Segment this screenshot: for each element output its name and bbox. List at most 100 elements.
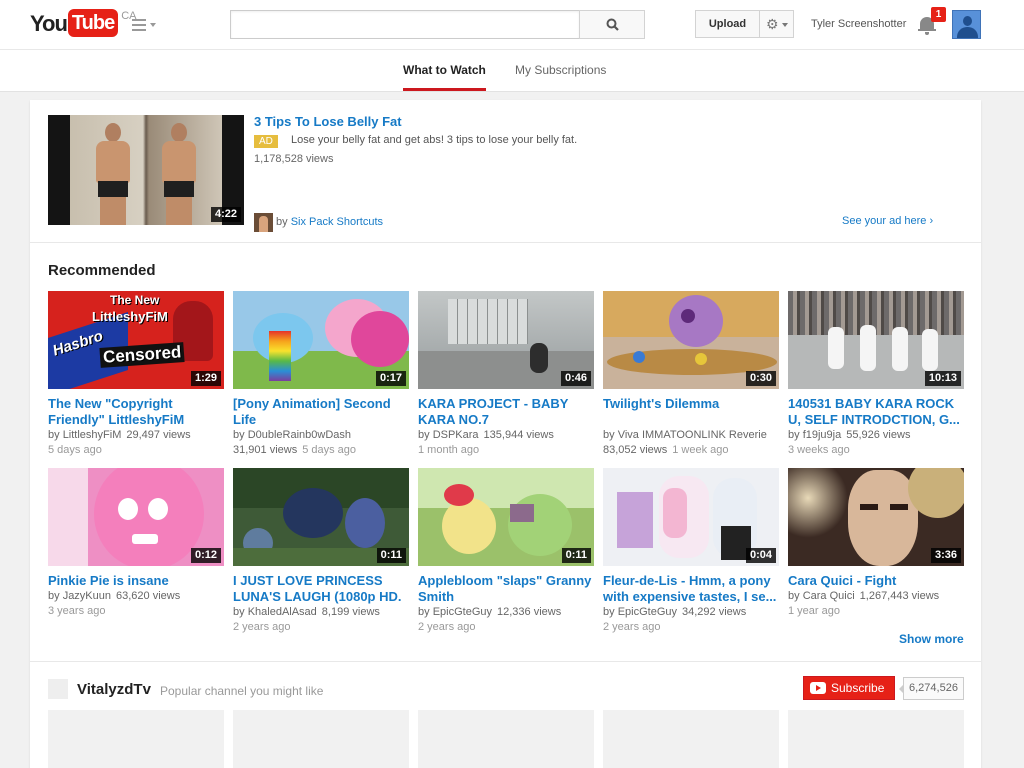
channel-link[interactable]: KhaledAlAsad (248, 606, 317, 618)
subscribe-label: Subscribe (831, 681, 885, 695)
video-title-link[interactable]: Pinkie Pie is insane (48, 573, 224, 589)
video-title-link[interactable]: Fleur-de-Lis - Hmm, a pony with expensiv… (603, 573, 779, 605)
video-meta: by Viva IMMATOONLINK Reverie (603, 429, 767, 441)
video-age: 1 month ago (418, 444, 480, 456)
ad-title-link[interactable]: 3 Tips To Lose Belly Fat (254, 114, 402, 129)
channel-link[interactable]: Cara Quici (803, 590, 855, 602)
video-card: The New LittleshyFiM Hasbro Censored 1:2… (48, 291, 224, 458)
video-thumbnail[interactable]: 0:11 (233, 468, 409, 566)
video-thumbnail[interactable]: 0:46 (418, 291, 594, 389)
channel-link[interactable]: DSPKara (433, 429, 479, 441)
video-meta: 31,901 views 5 days ago (233, 443, 409, 458)
video-age: 3 years ago (48, 605, 106, 617)
video-placeholder (48, 710, 224, 768)
show-more-link[interactable]: Show more (899, 632, 964, 646)
ad-description: Lose your belly fat and get abs! 3 tips … (291, 134, 578, 146)
settings-button[interactable]: ⚙ (760, 10, 794, 38)
channel-name-link[interactable]: VitalyzdTv (77, 681, 151, 698)
video-thumbnail[interactable]: 0:04 (603, 468, 779, 566)
ad-channel-link[interactable]: Six Pack Shortcuts (291, 216, 383, 228)
tab-my-subscriptions[interactable]: My Subscriptions (515, 50, 606, 91)
video-meta: by JazyKuun 63,620 views (48, 590, 181, 602)
video-title-link[interactable]: KARA PROJECT - BABY KARA NO.7 (418, 396, 594, 428)
ad-thumbnail[interactable]: 4:22 (48, 115, 244, 225)
channel-link[interactable]: EpicGteGuy (618, 606, 677, 618)
video-card: 3:36 Cara Quici - Fight by Cara Quici 1,2… (788, 468, 964, 619)
youtube-logo[interactable]: You Tube CA (30, 9, 137, 39)
channel-link[interactable]: EpicGteGuy (433, 606, 492, 618)
video-title-link[interactable]: Cara Quici - Fight (788, 573, 964, 589)
view-count: 135,944 views (483, 429, 554, 441)
logo-tube: Tube (67, 9, 119, 37)
channel-avatar[interactable] (48, 679, 68, 699)
username[interactable]: Tyler Screenshotter (811, 18, 906, 30)
search-input[interactable] (230, 10, 580, 39)
video-card: 0:46 KARA PROJECT - BABY KARA NO.7 by DS… (418, 291, 594, 458)
video-thumbnail[interactable]: 0:17 (233, 291, 409, 389)
video-title-link[interactable]: The New "Copyright Friendly" LittleshyFi… (48, 396, 224, 428)
upload-button[interactable]: Upload (695, 10, 760, 38)
video-age: 1 week ago (672, 444, 729, 456)
feed-tabs: What to Watch My Subscriptions (0, 50, 1024, 92)
video-thumbnail[interactable]: 10:13 (788, 291, 964, 389)
view-count: 31,901 views (233, 444, 298, 456)
channel-link[interactable]: LittleshyFiM (63, 429, 122, 441)
view-count: 1,267,443 views (859, 590, 940, 602)
video-thumbnail[interactable]: 3:36 (788, 468, 964, 566)
view-count: 29,497 views (126, 429, 191, 441)
avatar[interactable] (952, 10, 981, 39)
video-card: 0:11 I JUST LOVE PRINCESS LUNA'S LAUGH (… (233, 468, 409, 635)
video-meta: by EpicGteGuy 34,292 views (603, 606, 747, 618)
video-placeholder (603, 710, 779, 768)
channel-link[interactable]: D0ubleRainb0wDash (248, 429, 351, 441)
logo-you: You (30, 11, 68, 36)
view-count: 63,620 views (116, 590, 181, 602)
video-title-link[interactable]: Twilight's Dilemma (603, 396, 779, 428)
guide-menu-button[interactable] (132, 17, 158, 33)
video-title-link[interactable]: 140531 BABY KARA ROCK U, SELF INTRODCTIO… (788, 396, 964, 428)
subscribe-button[interactable]: Subscribe (803, 676, 895, 700)
video-card: 0:12 Pinkie Pie is insane by JazyKuun 63,… (48, 468, 224, 619)
channel-link[interactable]: JazyKuun (63, 590, 111, 602)
hamburger-icon (132, 19, 146, 34)
video-title-link[interactable]: I JUST LOVE PRINCESS LUNA'S LAUGH (1080p… (233, 573, 409, 605)
divider (30, 661, 981, 662)
ad-channel-thumbnail[interactable] (254, 213, 273, 232)
video-title-link[interactable]: [Pony Animation] Second Life (233, 396, 409, 428)
thumb-text: The New (110, 293, 160, 307)
channel-subtitle: Popular channel you might like (160, 684, 324, 698)
view-count: 83,052 views (603, 444, 668, 456)
video-thumbnail[interactable]: The New LittleshyFiM Hasbro Censored 1:2… (48, 291, 224, 389)
see-your-ad-link[interactable]: See your ad here › (842, 215, 933, 227)
video-duration: 0:17 (375, 371, 406, 386)
video-duration: 3:36 (930, 548, 961, 563)
channel-link[interactable]: Viva IMMATOONLINK Reverie (618, 429, 767, 441)
video-thumbnail[interactable]: 0:30 (603, 291, 779, 389)
video-placeholder (233, 710, 409, 768)
gear-icon: ⚙ (766, 16, 779, 32)
video-age: 3 weeks ago (788, 444, 850, 456)
video-thumbnail[interactable]: 0:12 (48, 468, 224, 566)
video-duration: 0:11 (561, 548, 591, 563)
video-meta: by Cara Quici 1,267,443 views (788, 590, 940, 602)
view-count: 34,292 views (682, 606, 747, 618)
video-age: 2 years ago (603, 621, 661, 633)
video-title-link[interactable]: Applebloom "slaps" Granny Smith (418, 573, 594, 605)
video-card: 0:17 [Pony Animation] Second Life by D0u… (233, 291, 409, 458)
video-age: 2 years ago (418, 621, 476, 633)
ad-view-count: 1,178,528 views (254, 153, 334, 165)
video-card: 0:04 Fleur-de-Lis - Hmm, a pony with exp… (603, 468, 779, 635)
feed-content: 4:22 3 Tips To Lose Belly Fat AD Lose yo… (30, 100, 981, 768)
search-button[interactable] (579, 10, 645, 39)
video-card: 0:11 Applebloom "slaps" Granny Smith by … (418, 468, 594, 635)
channel-link[interactable]: f19ju9ja (803, 429, 842, 441)
tab-what-to-watch[interactable]: What to Watch (403, 50, 486, 91)
video-age: 1 year ago (788, 605, 840, 617)
notification-count-badge[interactable]: 1 (931, 7, 946, 22)
video-meta: 83,052 views 1 week ago (603, 443, 779, 458)
video-thumbnail[interactable]: 0:11 (418, 468, 594, 566)
view-count: 8,199 views (321, 606, 380, 618)
video-duration: 4:22 (210, 207, 241, 222)
section-title-recommended: Recommended (48, 262, 156, 279)
divider (30, 242, 981, 243)
